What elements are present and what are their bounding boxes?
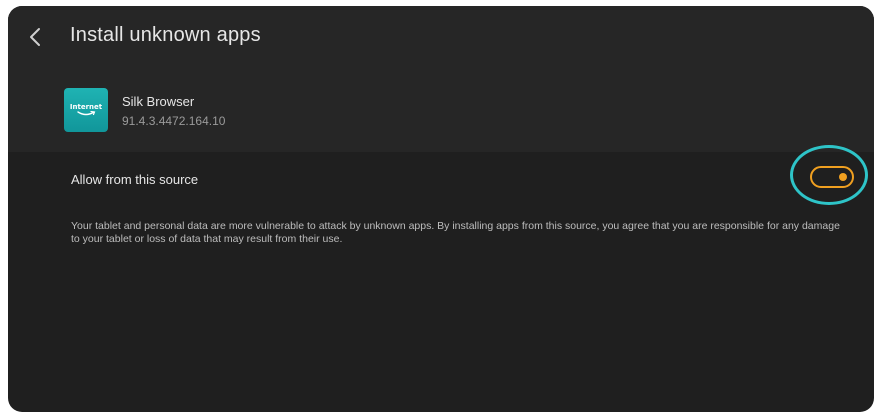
settings-screen: Install unknown apps Internet Silk Brows… <box>8 6 874 412</box>
allow-from-source-row[interactable]: Allow from this source <box>8 156 874 204</box>
security-warning-text: Your tablet and personal data are more v… <box>71 220 840 245</box>
back-button[interactable] <box>22 24 48 50</box>
silk-browser-app-icon: Internet <box>64 88 108 132</box>
toggle-knob <box>839 173 847 181</box>
allow-from-source-label: Allow from this source <box>71 172 199 187</box>
app-version: 91.4.3.4472.164.10 <box>122 114 226 128</box>
chevron-left-icon <box>30 28 40 46</box>
app-name: Silk Browser <box>122 94 195 109</box>
amazon-smile-icon <box>77 111 96 116</box>
allow-from-source-toggle[interactable] <box>810 166 854 188</box>
app-icon-label: Internet <box>69 103 103 111</box>
page-title: Install unknown apps <box>70 24 261 46</box>
